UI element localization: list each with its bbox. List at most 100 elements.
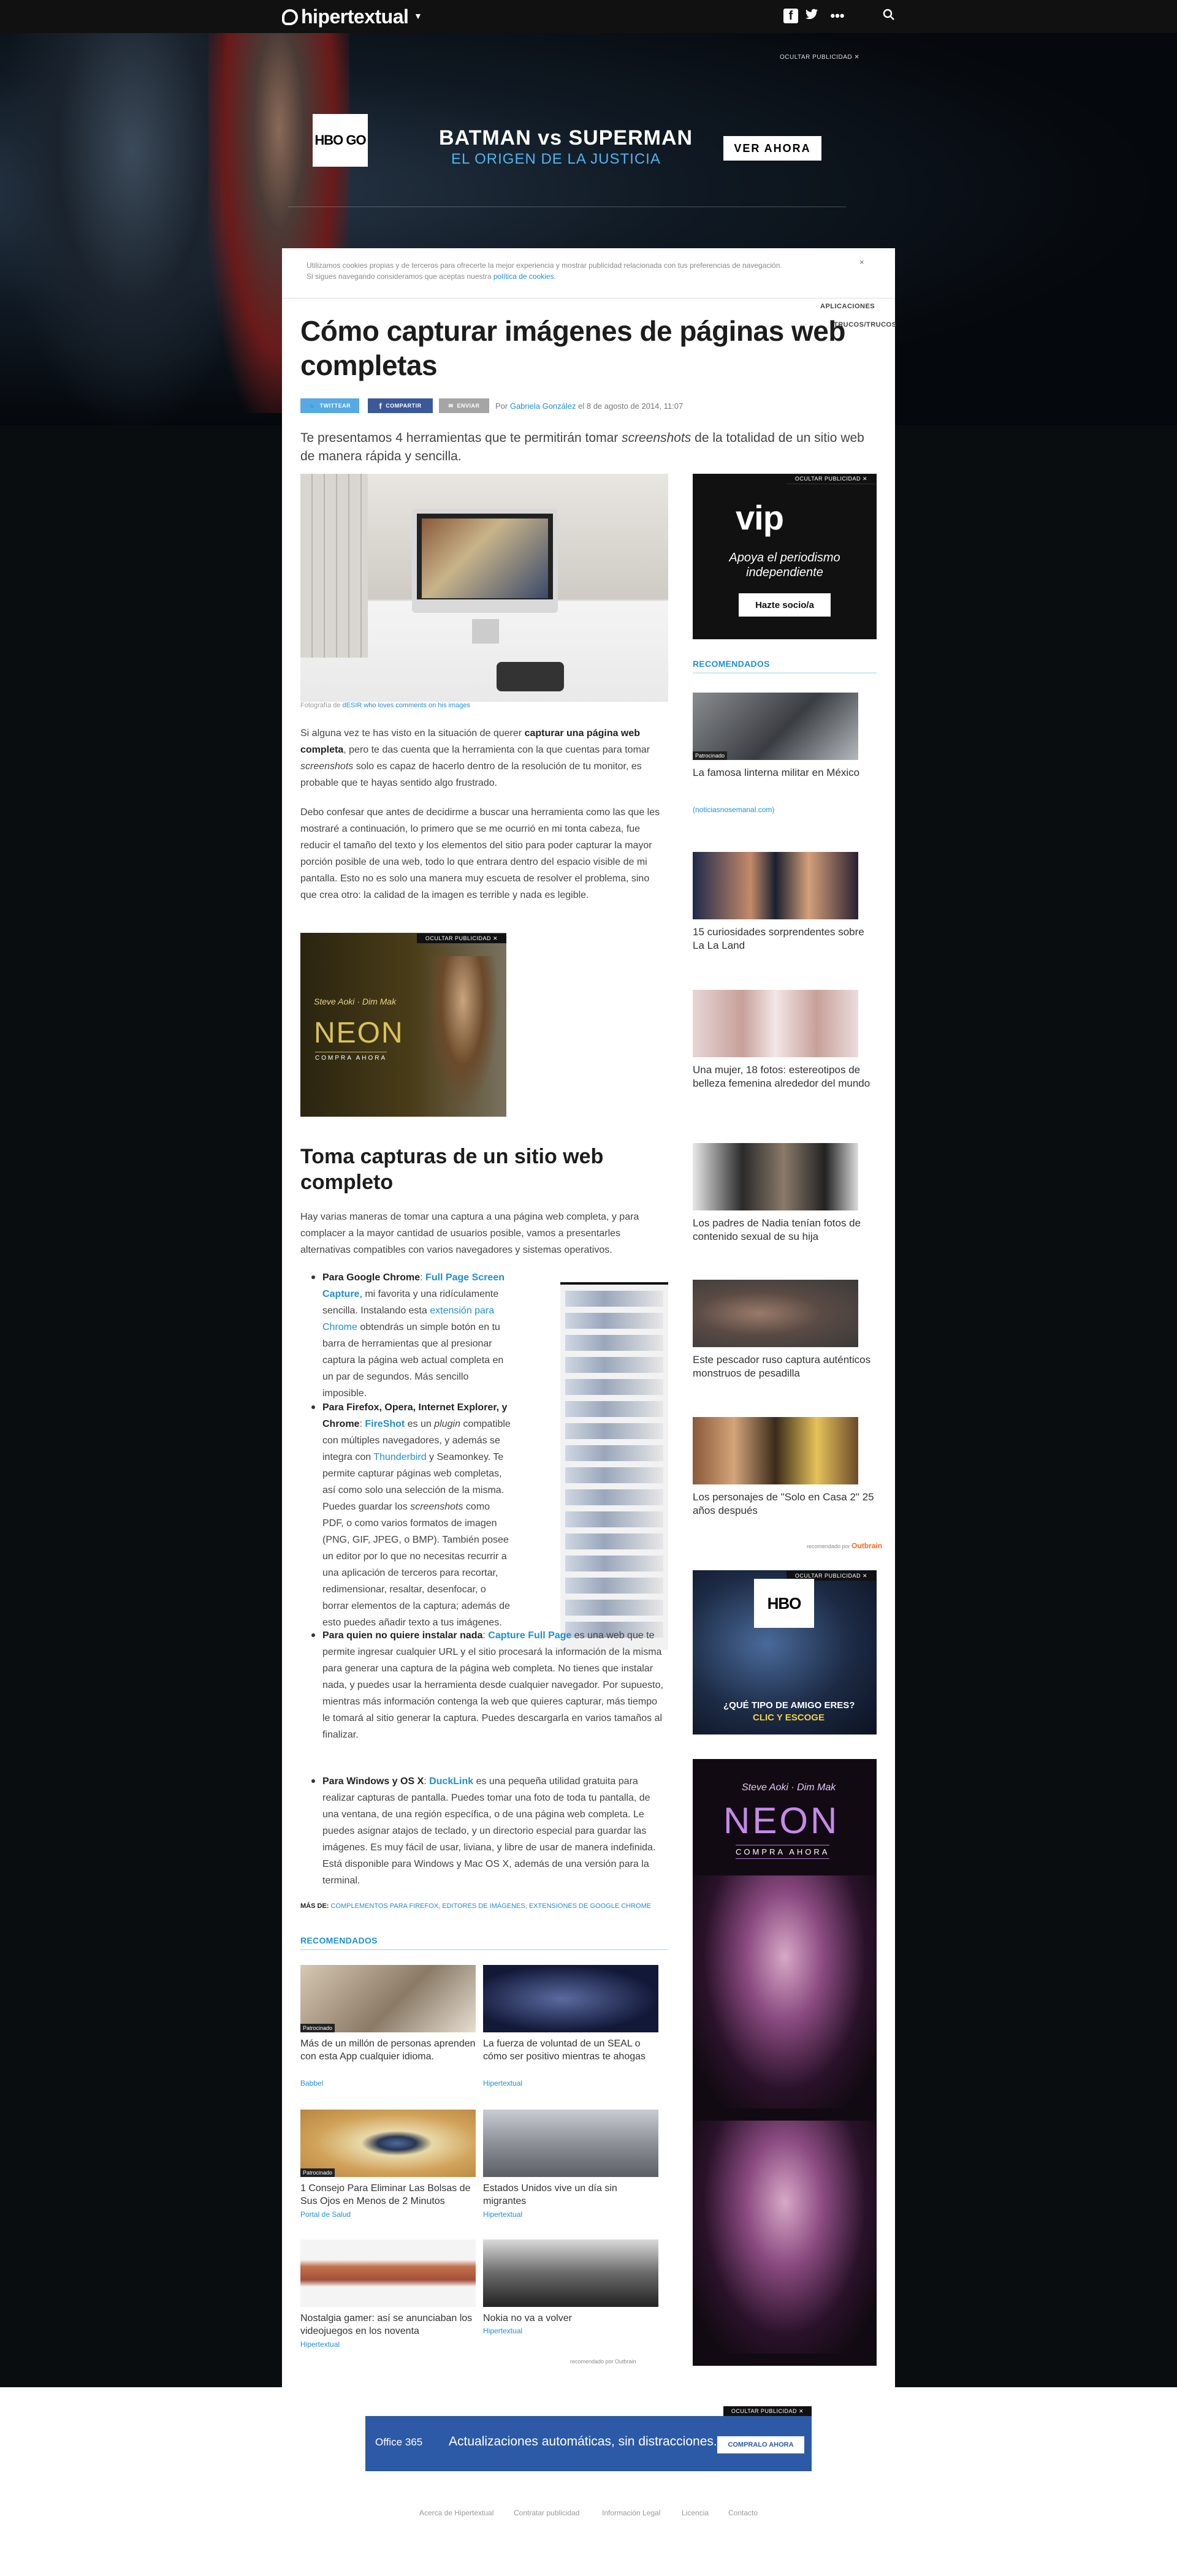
recommended-card-title[interactable]: Nostalgia gamer: así se anunciaban los v… [300,2312,476,2338]
facebook-icon[interactable]: f [783,9,798,23]
recommended-card-title[interactable]: Nokia no va a volver [483,2312,658,2325]
recommended-card-image[interactable] [483,1965,658,2032]
sidebar-recommended-title[interactable]: Los personajes de "Solo en Casa 2" 25 añ… [693,1491,877,1518]
ad-title: NEON [723,1800,840,1841]
photographer-link[interactable]: dESIR who loves comments on his images [343,702,470,709]
footer-link-contact[interactable]: Contacto [728,2509,758,2517]
byline: Por Gabriela González el 8 de agosto de … [495,401,684,411]
list-item-firefox: Para Firefox, Opera, Internet Explorer, … [311,1399,512,1631]
recommended-card-image[interactable] [483,2240,658,2307]
ad-brand: Steve Aoki · Dim Mak [742,1782,836,1793]
recommended-card-image[interactable]: Patrocinado [300,2110,476,2177]
recommended-card-title[interactable]: 1 Consejo Para Eliminar Las Bolsas de Su… [300,2182,476,2208]
article-lede: Te presentamos 4 herramientas que te per… [300,431,864,463]
ducklink-link[interactable]: DuckLink [429,1776,473,1787]
sidebar-recommended-image[interactable] [693,1417,858,1484]
section-heading: Toma capturas de un sitio web completo [300,1145,604,1194]
watch-now-button[interactable]: VER AHORA [723,136,821,161]
ad-portrait-image [693,1875,877,2108]
sidebar-recommended-heading: RECOMENDADOS [693,659,770,669]
ad-cta[interactable]: COMPRA AHORA [315,1052,387,1062]
recommended-card-image[interactable] [483,2110,658,2177]
hide-ad-button[interactable]: OCULTAR PUBLICIDAD ✕ [787,474,876,484]
imac-screen-detail [422,519,548,598]
sidebar-recommended-title[interactable]: 15 curiosidades sorprendentes sobre La L… [693,925,877,952]
recommended-card-title[interactable]: La fuerza de voluntad de un SEAL o cómo … [483,2037,658,2063]
footer-link-about[interactable]: Acerca de Hipertextual [419,2509,493,2517]
ad-portrait-image [429,956,497,1103]
hbo-ad-question: ¿QUÉ TIPO DE AMIGO ERES? [723,1700,855,1711]
recommended-card-source[interactable]: Hipertextual [300,2340,340,2349]
imac-stand-detail [472,619,499,644]
recommended-card-title[interactable]: Estados Unidos vive un día sin migrantes [483,2182,658,2208]
footer-link-license[interactable]: Licencia [682,2509,709,2517]
divider [693,672,877,674]
recommended-card-source[interactable]: Hipertextual [483,2210,522,2219]
become-member-button[interactable]: Hazte socio/a [739,593,831,617]
sidebar-recommended-image[interactable] [693,990,858,1057]
sidebar-recommended-image[interactable] [693,852,858,919]
mail-icon: ✉ [448,402,454,409]
paragraph-2: Debo confesar que antes de decidirme a b… [300,807,660,900]
sites-dropdown-icon[interactable]: ▼ [414,11,422,21]
share-facebook-button[interactable]: f COMPARTIR [368,398,433,413]
recommended-card-source[interactable]: Portal de Salud [300,2210,351,2219]
buy-now-button[interactable]: COMPRALO AHORA [717,2436,804,2453]
outbrain-credit[interactable]: recomendado por Outbrain [570,2358,636,2365]
full-page-screenshot-image [560,1282,668,1650]
vip-ad-text: Apoya el periodismo independiente [729,551,840,579]
more-icon[interactable]: ••• [830,9,845,23]
ad-title: BATMAN vs SUPERMAN [439,126,693,150]
recommended-card-image[interactable] [300,2240,476,2307]
image-caption: Fotografía de dESIR who loves comments o… [300,702,470,709]
recommended-card-image[interactable]: Patrocinado [300,1965,476,2032]
sidebar-recommended-title[interactable]: Una mujer, 18 fotos: estereotipos de bel… [693,1063,877,1090]
recommended-heading: RECOMENDADOS [300,1936,378,1945]
list-item-web: Para quien no quiere instalar nada: Capt… [311,1627,666,1743]
capture-full-page-link[interactable]: Capture Full Page [488,1630,571,1641]
hbo-go-logo: HBO GO [313,114,368,167]
ad-brand: Steve Aoki · Dim Mak [314,997,397,1006]
list-item-chrome: Para Google Chrome: Full Page Screen Cap… [311,1269,512,1402]
twitter-icon[interactable] [804,9,819,23]
thunderbird-link[interactable]: Thunderbird [373,1452,426,1462]
site-logo[interactable]: hipertextual [282,6,409,28]
article-title: Cómo capturar imágenes de páginas web co… [300,315,845,381]
fireshot-link[interactable]: FireShot [365,1419,405,1429]
sidebar-recommended-title[interactable]: Este pescador ruso captura auténticos mo… [693,1353,877,1380]
ad-cta[interactable]: COMPRA AHORA [736,1845,830,1859]
recommended-card-source[interactable]: Hipertextual [483,2079,522,2088]
close-cookie-icon[interactable]: × [859,257,864,267]
list-item-desktop: Para Windows y OS X: DuckLink es una peq… [311,1773,666,1889]
twitter-icon: 🐦 [308,402,316,409]
footer-link-legal[interactable]: Información Legal [602,2509,660,2517]
share-email-button[interactable]: ✉ ENVIAR [439,398,489,413]
hide-ad-button[interactable]: OCULTAR PUBLICIDAD ✕ [723,2406,812,2416]
category-link-aplicaciones[interactable]: APLICACIONES [820,303,875,310]
hbo-ad-cta[interactable]: CLIC Y ESCOGE [753,1712,825,1723]
cookie-policy-link[interactable]: política de cookies [493,272,554,281]
cookie-text: Utilizamos cookies propias y de terceros… [307,261,782,281]
sidebar-recommended-image[interactable] [693,1280,858,1347]
footer-link-advertising[interactable]: Contratar publicidad [514,2509,579,2517]
tag-links[interactable]: COMPLEMENTOS PARA FIREFOX, EDITORES DE I… [331,1902,652,1910]
divider [300,1949,668,1950]
hide-ad-button[interactable]: OCULTAR PUBLICIDAD ✕ [417,933,506,943]
search-icon[interactable] [882,9,896,23]
recommended-card-source[interactable]: Babbel [300,2079,323,2088]
sidebar-recommended-image[interactable] [693,1143,858,1210]
sidebar-recommended-title[interactable]: Los padres de Nadia tenían fotos de cont… [693,1217,877,1244]
recommended-card-title[interactable]: Más de un millón de personas aprenden co… [300,2037,476,2063]
sidebar-recommended-image[interactable]: Patrocinado [693,693,858,760]
mousepad-detail [497,662,564,691]
hbo-logo: HBO [754,1579,814,1628]
author-link[interactable]: Gabriela González [510,401,576,411]
sidebar-recommended-source[interactable]: (noticiasnosemanal.com) [693,805,774,814]
outbrain-credit[interactable]: recomendado por Outbrain [807,1541,882,1550]
share-twitter-button[interactable]: 🐦 TWITTEAR [300,398,359,413]
recommended-card-source[interactable]: Hipertextual [483,2327,522,2335]
paragraph-1: Si alguna vez te has visto en la situaci… [300,728,650,788]
sidebar-recommended-title[interactable]: La famosa linterna militar en México [693,766,877,780]
hide-ad-button[interactable]: OCULTAR PUBLICIDAD ✕ [780,54,859,61]
ad-subtitle: EL ORIGEN DE LA JUSTICIA [451,151,661,167]
